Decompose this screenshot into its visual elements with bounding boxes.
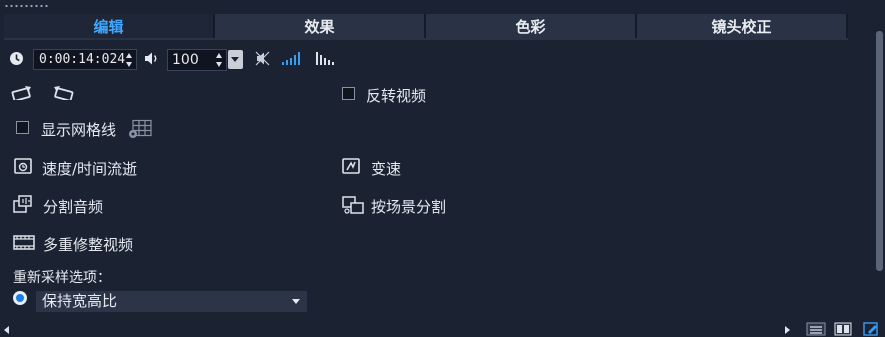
volume-value: 100 — [172, 52, 199, 68]
chevron-down-icon — [292, 299, 300, 304]
tab-divider — [4, 38, 848, 40]
tab-color[interactable]: 色彩 — [426, 14, 637, 38]
tab-lens-correction[interactable]: 镜头校正 — [637, 14, 848, 38]
duration-timecode-input[interactable]: 0:00:14:024 — [33, 49, 137, 70]
timecode-value: 0:00:14:024 — [39, 52, 126, 67]
volume-spinner[interactable] — [216, 53, 223, 67]
multi-trim-video-link[interactable]: 多重修整视频 — [43, 234, 133, 255]
speed-time-lapse-icon — [14, 158, 32, 174]
tab-edit[interactable]: 编辑 — [4, 14, 215, 38]
speed-time-lapse-link[interactable]: 速度/时间流逝 — [42, 158, 137, 179]
mute-icon[interactable] — [255, 51, 270, 66]
horizontal-scrollbar-area — [0, 322, 885, 337]
rotate-left-icon[interactable] — [11, 84, 35, 100]
fade-out-icon[interactable] — [316, 51, 336, 65]
split-audio-icon — [13, 195, 32, 213]
split-by-scene-icon — [342, 196, 364, 214]
scroll-right-icon[interactable] — [785, 326, 790, 334]
split-by-scene-link[interactable]: 按场景分割 — [371, 196, 446, 217]
clock-icon — [10, 52, 23, 65]
view-split-icon[interactable] — [834, 322, 852, 336]
tab-effects[interactable]: 效果 — [215, 14, 426, 38]
show-grid-checkbox[interactable] — [16, 121, 29, 134]
scroll-left-icon[interactable] — [4, 326, 9, 334]
split-audio-link[interactable]: 分割音频 — [43, 196, 103, 217]
grid-settings-icon[interactable] — [128, 119, 153, 139]
resample-selected-value: 保持宽高比 — [42, 292, 118, 310]
resample-options-label: 重新采样选项： — [13, 270, 111, 286]
vertical-scrollbar[interactable] — [876, 31, 883, 271]
volume-dropdown-button[interactable] — [228, 50, 243, 69]
multi-trim-video-icon — [13, 235, 35, 250]
show-grid-label: 显示网格线 — [41, 121, 117, 139]
resample-radio[interactable] — [13, 291, 27, 305]
reverse-video-label: 反转视频 — [366, 87, 427, 105]
resample-select[interactable]: 保持宽高比 — [36, 291, 307, 312]
reverse-video-checkbox[interactable] — [342, 87, 355, 100]
volume-icon[interactable] — [144, 51, 160, 66]
panel-grip[interactable] — [4, 4, 50, 8]
variable-speed-icon — [342, 158, 360, 174]
view-list-icon[interactable] — [806, 322, 826, 336]
timecode-spinner[interactable] — [126, 53, 133, 67]
edit-icon[interactable] — [863, 322, 879, 336]
variable-speed-link[interactable]: 变速 — [371, 158, 401, 179]
rotate-right-icon[interactable] — [50, 84, 74, 100]
tab-bar: 编辑 效果 色彩 镜头校正 — [4, 14, 848, 38]
fade-in-icon[interactable] — [282, 51, 302, 65]
volume-input[interactable]: 100 — [167, 49, 227, 71]
